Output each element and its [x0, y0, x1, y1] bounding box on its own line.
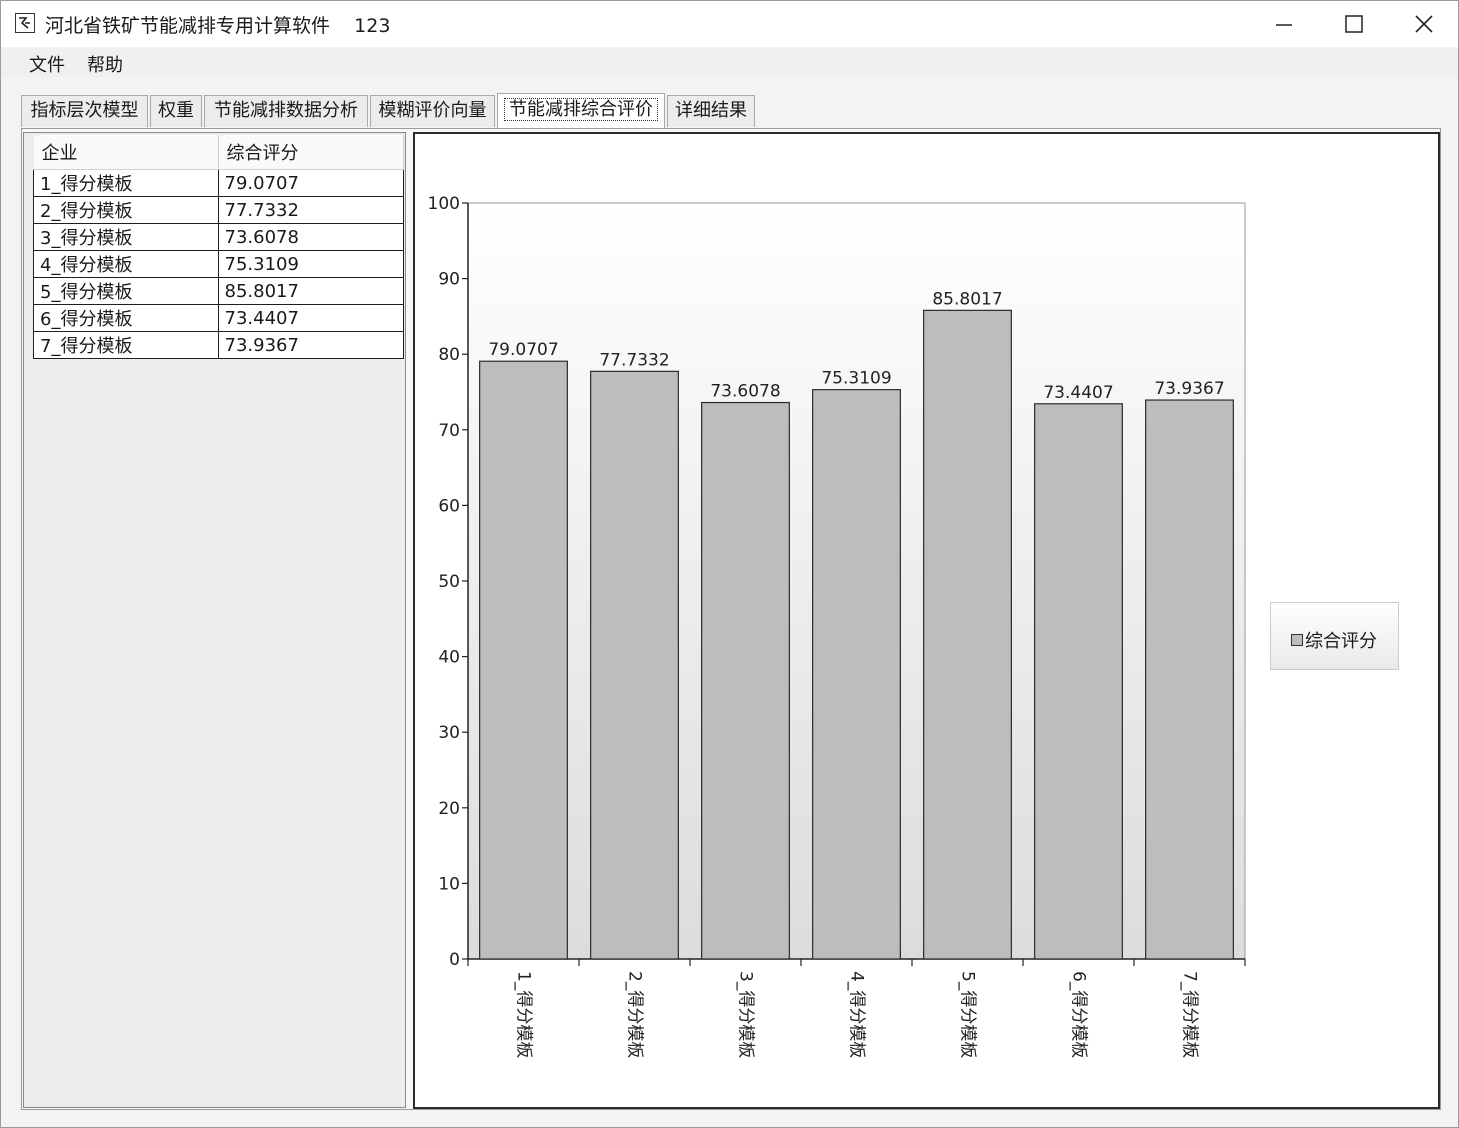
cell-company[interactable]: 4_得分模板: [33, 250, 219, 278]
y-tick-label: 100: [428, 194, 460, 214]
table-row[interactable]: 6_得分模板 73.4407: [33, 304, 404, 332]
cell-score[interactable]: 73.6078: [217, 223, 404, 251]
menu-file[interactable]: 文件: [25, 51, 69, 77]
tab-label: 指标层次模型: [30, 100, 139, 121]
cell-company[interactable]: 5_得分模板: [33, 277, 219, 305]
x-tick-label: 6_得分模板: [1069, 971, 1089, 1058]
tab-weights[interactable]: 权重: [150, 95, 202, 127]
table-row[interactable]: 7_得分模板 73.9367: [33, 331, 404, 359]
y-tick-label: 80: [438, 345, 460, 365]
cell-score[interactable]: 85.8017: [217, 277, 404, 305]
cell-score[interactable]: 73.4407: [217, 304, 404, 332]
bar[interactable]: [701, 401, 790, 960]
y-tick-label: 60: [438, 496, 460, 516]
y-tick-label: 10: [438, 874, 460, 894]
tab-label: 节能减排数据分析: [214, 100, 358, 121]
y-tick-label: 0: [449, 950, 460, 970]
close-icon: [1415, 15, 1433, 33]
app-window: 河北省铁矿节能减排专用计算软件 123 文件 帮助 指标层次模型 权重 节能减排…: [0, 0, 1459, 1128]
legend-swatch: [1291, 634, 1303, 646]
tab-label: 模糊评价向量: [378, 100, 487, 121]
y-tick-label: 90: [438, 270, 460, 290]
y-tick-label: 40: [438, 648, 460, 668]
tab-hierarchy-model[interactable]: 指标层次模型: [21, 95, 148, 127]
cell-company[interactable]: 1_得分模板: [33, 169, 219, 197]
cell-score[interactable]: 79.0707: [217, 169, 404, 197]
x-tick-label: 1_得分模板: [514, 971, 534, 1058]
bar[interactable]: [923, 309, 1012, 960]
title-bar: 河北省铁矿节能减排专用计算软件 123: [1, 1, 1458, 47]
column-header-company[interactable]: 企业: [33, 135, 219, 170]
tab-fuzzy-vector[interactable]: 模糊评价向量: [370, 95, 495, 127]
x-tick-label: 4_得分模板: [847, 971, 867, 1058]
close-button[interactable]: [1389, 1, 1459, 47]
table-row[interactable]: 1_得分模板 79.0707: [33, 169, 404, 197]
window-title: 河北省铁矿节能减排专用计算软件 123: [45, 15, 391, 37]
y-tick-label: 30: [438, 723, 460, 743]
table-row[interactable]: 4_得分模板 75.3109: [33, 250, 404, 278]
cell-company[interactable]: 7_得分模板: [33, 331, 219, 359]
tab-label: 权重: [158, 100, 194, 121]
score-table: 企业 综合评分 1_得分模板 79.0707 2_得分模板 77.7332 3_得分…: [33, 135, 404, 359]
menu-bar: 文件 帮助: [1, 47, 1458, 77]
bar[interactable]: [1034, 403, 1123, 960]
data-label: 73.9367: [1154, 379, 1224, 399]
x-tick-label: 5_得分模板: [958, 971, 978, 1058]
y-tick-label: 20: [438, 799, 460, 819]
x-tick-label: 3_得分模板: [736, 971, 756, 1058]
data-label: 77.7332: [599, 350, 669, 370]
minimize-icon: [1276, 24, 1292, 26]
maximize-icon: [1345, 15, 1363, 33]
x-tick-label: 2_得分模板: [625, 971, 645, 1058]
tab-detailed-results[interactable]: 详细结果: [667, 95, 755, 127]
tab-comprehensive-evaluation[interactable]: 节能减排综合评价: [497, 93, 665, 129]
data-label: 79.0707: [488, 340, 558, 360]
table-row[interactable]: 2_得分模板 77.7332: [33, 196, 404, 224]
score-chart: 0 10 20 30 40 50 60 70 80 90 100 1_得分模板 2_得分模板 3_得分模板…: [413, 132, 1440, 1109]
bar[interactable]: [479, 360, 568, 960]
bar[interactable]: [590, 370, 679, 960]
column-header-score[interactable]: 综合评分: [218, 135, 404, 170]
cell-score[interactable]: 75.3109: [217, 250, 404, 278]
cell-score[interactable]: 77.7332: [217, 196, 404, 224]
table-row[interactable]: 3_得分模板 73.6078: [33, 223, 404, 251]
data-label: 85.8017: [932, 289, 1002, 309]
bar[interactable]: [1145, 399, 1234, 960]
cell-company[interactable]: 6_得分模板: [33, 304, 219, 332]
minimize-button[interactable]: [1249, 1, 1319, 47]
tab-energy-data-analysis[interactable]: 节能减排数据分析: [204, 95, 368, 127]
cell-company[interactable]: 3_得分模板: [33, 223, 219, 251]
menu-help[interactable]: 帮助: [83, 51, 127, 77]
data-label: 75.3109: [821, 369, 891, 389]
table-row[interactable]: 5_得分模板 85.8017: [33, 277, 404, 305]
tab-label: 详细结果: [675, 100, 747, 121]
legend-label: 综合评分: [1305, 631, 1377, 652]
cell-company[interactable]: 2_得分模板: [33, 196, 219, 224]
app-icon: [15, 13, 35, 33]
y-tick-label: 70: [438, 421, 460, 441]
y-tick-label: 50: [438, 572, 460, 592]
x-tick-label: 7_得分模板: [1180, 971, 1200, 1058]
cell-score[interactable]: 73.9367: [217, 331, 404, 359]
score-grid[interactable]: 企业 综合评分 1_得分模板 79.0707 2_得分模板 77.7332 3_得分…: [23, 132, 406, 1108]
data-label: 73.6078: [710, 382, 780, 402]
maximize-button[interactable]: [1319, 1, 1389, 47]
tab-label: 节能减排综合评价: [504, 98, 658, 121]
data-label: 73.4407: [1043, 383, 1113, 403]
bar[interactable]: [812, 389, 901, 960]
legend: 综合评分: [1270, 602, 1399, 670]
